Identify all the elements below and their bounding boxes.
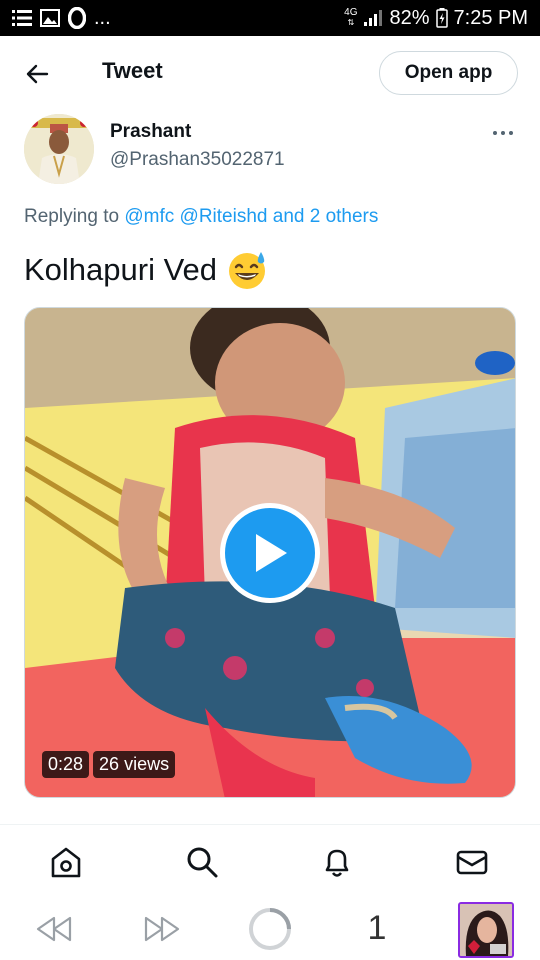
rewind-icon xyxy=(36,916,72,942)
author-name[interactable]: Prashant xyxy=(110,121,191,143)
notifications-icon xyxy=(325,849,349,877)
others-link[interactable]: and 2 others xyxy=(273,206,379,227)
menu-lines-icon xyxy=(12,9,32,27)
mention-link[interactable]: @Riteishd xyxy=(180,206,268,227)
replying-to: Replying to @mfc @Riteishd and 2 others xyxy=(24,206,378,228)
search-icon xyxy=(187,847,218,878)
bottom-nav xyxy=(0,826,540,898)
browser-home-button[interactable] xyxy=(247,906,293,952)
more-dot-icon xyxy=(509,131,513,135)
divider xyxy=(0,824,540,825)
clock: 7:25 PM xyxy=(453,6,528,29)
nav-messages[interactable] xyxy=(454,844,490,880)
tweet-text: Kolhapuri Ved 😅 xyxy=(24,250,269,290)
nav-home[interactable] xyxy=(48,844,84,880)
status-bar: ... 4G ⇅ 82% 7:25 PM xyxy=(0,0,540,36)
profile-image xyxy=(460,904,512,956)
video-duration: 0:28 xyxy=(42,751,90,778)
home-icon xyxy=(51,847,81,878)
video-views: 26 views xyxy=(93,751,176,778)
signal-icon xyxy=(363,9,383,27)
mention-link[interactable]: @mfc xyxy=(124,206,174,227)
messages-icon xyxy=(456,850,488,875)
grinning-sweat-icon xyxy=(229,252,266,289)
tweet-body: Kolhapuri Ved xyxy=(24,252,218,287)
browser-toolbar: 1 xyxy=(0,898,540,960)
avatar[interactable] xyxy=(24,114,94,184)
back-button[interactable] xyxy=(22,60,52,88)
browser-forward-button[interactable] xyxy=(140,912,184,946)
network-4g-icon: 4G ⇅ xyxy=(344,8,357,28)
play-button[interactable] xyxy=(220,503,320,603)
network-label: 4G xyxy=(344,7,358,18)
page: ... 4G ⇅ 82% 7:25 PM Tweet Open app Pras… xyxy=(0,0,540,960)
replying-prefix: Replying to xyxy=(24,206,125,227)
image-icon xyxy=(40,9,60,27)
data-arrows: ⇅ xyxy=(347,18,355,27)
video-info-badges: 0:28 26 views xyxy=(42,751,176,778)
tweet-header: Tweet Open app xyxy=(0,36,540,110)
battery-icon xyxy=(435,8,448,28)
loading-ring-icon xyxy=(249,908,291,950)
tab-count[interactable]: 1 xyxy=(360,906,394,950)
browser-back-button[interactable] xyxy=(32,912,76,946)
fast-forward-icon xyxy=(144,916,180,942)
video-player[interactable]: 0:28 26 views xyxy=(24,307,516,798)
play-icon xyxy=(256,534,287,572)
nav-notifications[interactable] xyxy=(319,844,355,880)
more-options-button[interactable] xyxy=(488,124,518,142)
status-overflow: ... xyxy=(94,6,111,29)
open-app-button[interactable]: Open app xyxy=(379,51,518,95)
battery-percent: 82% xyxy=(389,6,430,29)
author-handle[interactable]: @Prashan35022871 xyxy=(110,149,285,171)
profile-thumbnail[interactable] xyxy=(458,902,514,958)
nav-search[interactable] xyxy=(184,844,220,880)
page-title: Tweet xyxy=(102,58,163,83)
arrow-left-icon xyxy=(26,64,49,84)
more-dot-icon xyxy=(501,131,505,135)
opera-icon xyxy=(68,7,86,29)
more-dot-icon xyxy=(493,131,497,135)
